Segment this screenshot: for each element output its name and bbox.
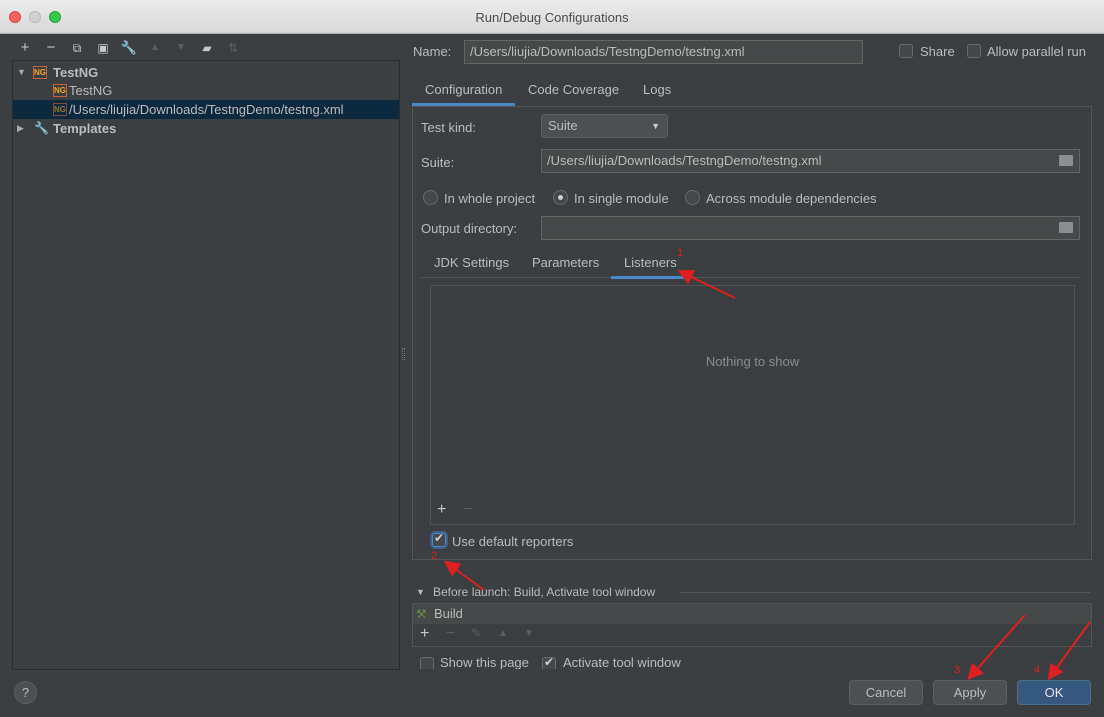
folder-add-icon[interactable]: ▰ bbox=[198, 38, 216, 58]
list-item[interactable]: ⚒ Build bbox=[413, 604, 1091, 624]
move-down-icon[interactable]: ▼ bbox=[524, 628, 534, 639]
tab-code-coverage[interactable]: Code Coverage bbox=[528, 82, 619, 97]
tab-configuration[interactable]: Configuration bbox=[425, 82, 502, 97]
add-listener-icon[interactable]: + bbox=[437, 501, 446, 519]
remove-icon[interactable]: − bbox=[42, 38, 60, 58]
save-icon[interactable]: ▣ bbox=[94, 38, 112, 58]
wrench-icon: 🔧 bbox=[34, 121, 49, 135]
test-kind-select[interactable]: Suite ▼ bbox=[541, 114, 668, 138]
testng-icon: NG bbox=[53, 103, 67, 116]
radio-across-dependencies[interactable] bbox=[685, 190, 700, 205]
remove-task-icon[interactable]: − bbox=[446, 625, 455, 643]
list-item-label: Build bbox=[434, 606, 463, 621]
tree-item-testng-group[interactable]: ▼ NG TestNG bbox=[13, 63, 399, 82]
cancel-button[interactable]: Cancel bbox=[849, 680, 923, 705]
output-directory-label: Output directory: bbox=[421, 221, 518, 236]
sort-icon[interactable]: ⇅ bbox=[224, 38, 242, 58]
folder-icon[interactable] bbox=[1059, 222, 1073, 233]
testng-icon: NG bbox=[33, 66, 47, 79]
activate-tool-window-checkbox[interactable]: ✔ bbox=[542, 655, 556, 669]
before-launch-list: ⚒ Build + − ✎ ▲ ▼ bbox=[412, 603, 1092, 647]
folder-icon[interactable] bbox=[1059, 155, 1073, 166]
remove-listener-icon[interactable]: − bbox=[463, 501, 472, 519]
check-icon: ✔ bbox=[544, 655, 555, 669]
subtab-selected-indicator bbox=[611, 276, 686, 279]
help-button[interactable]: ? bbox=[14, 681, 37, 704]
name-label: Name: bbox=[413, 44, 452, 59]
tab-jdk-settings[interactable]: JDK Settings bbox=[434, 255, 509, 270]
ok-button[interactable]: OK bbox=[1017, 680, 1091, 705]
testng-icon: NG bbox=[53, 84, 67, 97]
use-default-reporters-label: Use default reporters bbox=[452, 534, 574, 549]
tab-parameters[interactable]: Parameters bbox=[532, 255, 599, 270]
tree-item-label: TestNG bbox=[53, 65, 99, 80]
chevron-down-icon: ▼ bbox=[651, 121, 660, 131]
apply-button[interactable]: Apply bbox=[933, 680, 1007, 705]
tab-logs[interactable]: Logs bbox=[643, 82, 671, 97]
radio-whole-project-label: In whole project bbox=[444, 191, 536, 206]
annotation-label: 2 bbox=[431, 550, 438, 562]
tree-item-templates[interactable]: ▶ 🔧 Templates bbox=[13, 119, 399, 138]
listeners-list[interactable]: Nothing to show + − bbox=[430, 285, 1075, 525]
collapsed-arrow-icon[interactable]: ▶ bbox=[17, 119, 24, 138]
radio-single-module-label: In single module bbox=[574, 191, 669, 206]
radio-single-module[interactable] bbox=[553, 190, 568, 205]
wrench-icon[interactable]: 🔧 bbox=[120, 38, 138, 58]
tree-item-testng[interactable]: NG TestNG bbox=[13, 81, 399, 100]
show-this-page-checkbox[interactable] bbox=[420, 657, 434, 669]
check-icon: ✔ bbox=[434, 531, 445, 545]
copy-icon[interactable]: ⧉ bbox=[68, 38, 86, 58]
tree-item-testng-xml[interactable]: NG /Users/liujia/Downloads/TestngDemo/te… bbox=[13, 100, 399, 119]
empty-list-text: Nothing to show bbox=[705, 354, 800, 369]
config-toolbar: + − ⧉ ▣ 🔧 ▲ ▼ ▰ ⇅ bbox=[12, 38, 402, 58]
panel-splitter[interactable] bbox=[402, 348, 405, 360]
output-directory-field[interactable] bbox=[541, 216, 1080, 240]
move-up-icon[interactable]: ▲ bbox=[146, 38, 164, 58]
add-task-icon[interactable]: + bbox=[420, 625, 429, 643]
name-field[interactable]: /Users/liujia/Downloads/TestngDemo/testn… bbox=[464, 40, 863, 64]
suite-value: /Users/liujia/Downloads/TestngDemo/testn… bbox=[547, 153, 822, 168]
radio-selected-dot bbox=[558, 195, 563, 200]
configuration-tree: ▼ NG TestNG NG TestNG NG /Users/liujia/D… bbox=[12, 60, 400, 670]
allow-parallel-run-label: Allow parallel run bbox=[987, 44, 1086, 59]
test-kind-label: Test kind: bbox=[421, 120, 476, 135]
show-this-page-label: Show this page bbox=[440, 655, 529, 669]
tree-item-label: TestNG bbox=[69, 83, 113, 98]
before-launch-header: Before launch: Build, Activate tool wind… bbox=[433, 585, 656, 599]
section-divider bbox=[680, 592, 1090, 593]
activate-tool-window-label: Activate tool window bbox=[563, 655, 681, 669]
share-label: Share bbox=[920, 44, 955, 59]
collapse-arrow-icon[interactable]: ▼ bbox=[416, 587, 425, 597]
add-icon[interactable]: + bbox=[16, 38, 34, 58]
move-down-icon[interactable]: ▼ bbox=[172, 38, 190, 58]
annotation-label: 3 bbox=[954, 664, 961, 676]
subtabs-divider bbox=[421, 277, 1081, 278]
tree-item-label: /Users/liujia/Downloads/TestngDemo/testn… bbox=[69, 102, 344, 117]
tab-listeners[interactable]: Listeners bbox=[624, 255, 677, 270]
radio-across-dependencies-label: Across module dependencies bbox=[706, 191, 877, 206]
radio-whole-project[interactable] bbox=[423, 190, 438, 205]
annotation-label: 4 bbox=[1034, 664, 1041, 676]
move-up-icon[interactable]: ▲ bbox=[498, 628, 508, 639]
allow-parallel-run-checkbox[interactable] bbox=[967, 44, 981, 58]
share-checkbox[interactable] bbox=[899, 44, 913, 58]
edit-task-icon[interactable]: ✎ bbox=[471, 626, 481, 640]
use-default-reporters-checkbox[interactable]: ✔ bbox=[432, 531, 446, 547]
expanded-arrow-icon[interactable]: ▼ bbox=[17, 63, 26, 82]
suite-label: Suite: bbox=[421, 155, 455, 170]
title-bar: Run/Debug Configurations bbox=[0, 0, 1104, 34]
test-kind-value: Suite bbox=[548, 118, 578, 133]
tree-item-label: Templates bbox=[53, 121, 117, 136]
suite-field[interactable]: /Users/liujia/Downloads/TestngDemo/testn… bbox=[541, 149, 1080, 173]
launch-options-row: Show this page ✔ Activate tool window bbox=[412, 655, 812, 669]
annotation-label: 1 bbox=[677, 247, 684, 259]
hammer-icon: ⚒ bbox=[416, 607, 427, 621]
window-title: Run/Debug Configurations bbox=[475, 10, 629, 25]
